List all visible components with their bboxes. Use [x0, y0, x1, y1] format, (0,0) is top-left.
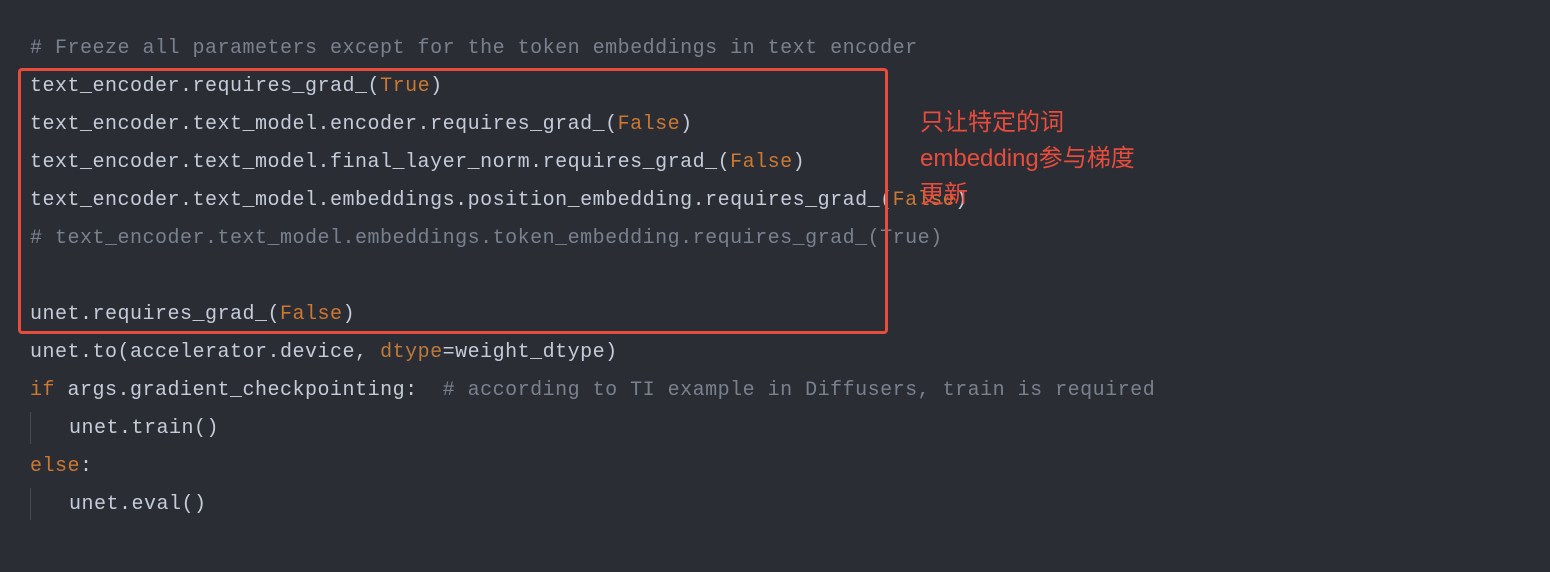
code-line-3: text_encoder.text_model.encoder.requires…: [30, 106, 1540, 144]
code-line-13: unet.eval(): [30, 486, 1540, 524]
code-line-5: text_encoder.text_model.embeddings.posit…: [30, 182, 1540, 220]
code-line-6: # text_encoder.text_model.embeddings.tok…: [30, 220, 1540, 258]
code-line-10: if args.gradient_checkpointing: # accord…: [30, 372, 1540, 410]
indent-guide: [30, 412, 69, 444]
comment-text: # Freeze all parameters except for the t…: [30, 37, 918, 60]
comment-text: # text_encoder.text_model.embeddings.tok…: [30, 227, 943, 250]
code-line-8: unet.requires_grad_(False): [30, 296, 1540, 334]
code-line-1: # Freeze all parameters except for the t…: [30, 30, 1540, 68]
code-line-7: [30, 258, 1540, 296]
indent-guide: [30, 488, 69, 520]
code-line-2: text_encoder.requires_grad_(True): [30, 68, 1540, 106]
code-line-9: unet.to(accelerator.device, dtype=weight…: [30, 334, 1540, 372]
code-line-12: else:: [30, 448, 1540, 486]
code-line-11: unet.train(): [30, 410, 1540, 448]
code-line-4: text_encoder.text_model.final_layer_norm…: [30, 144, 1540, 182]
comment-text: # according to TI example in Diffusers, …: [443, 379, 1156, 402]
code-block: # Freeze all parameters except for the t…: [30, 30, 1540, 524]
